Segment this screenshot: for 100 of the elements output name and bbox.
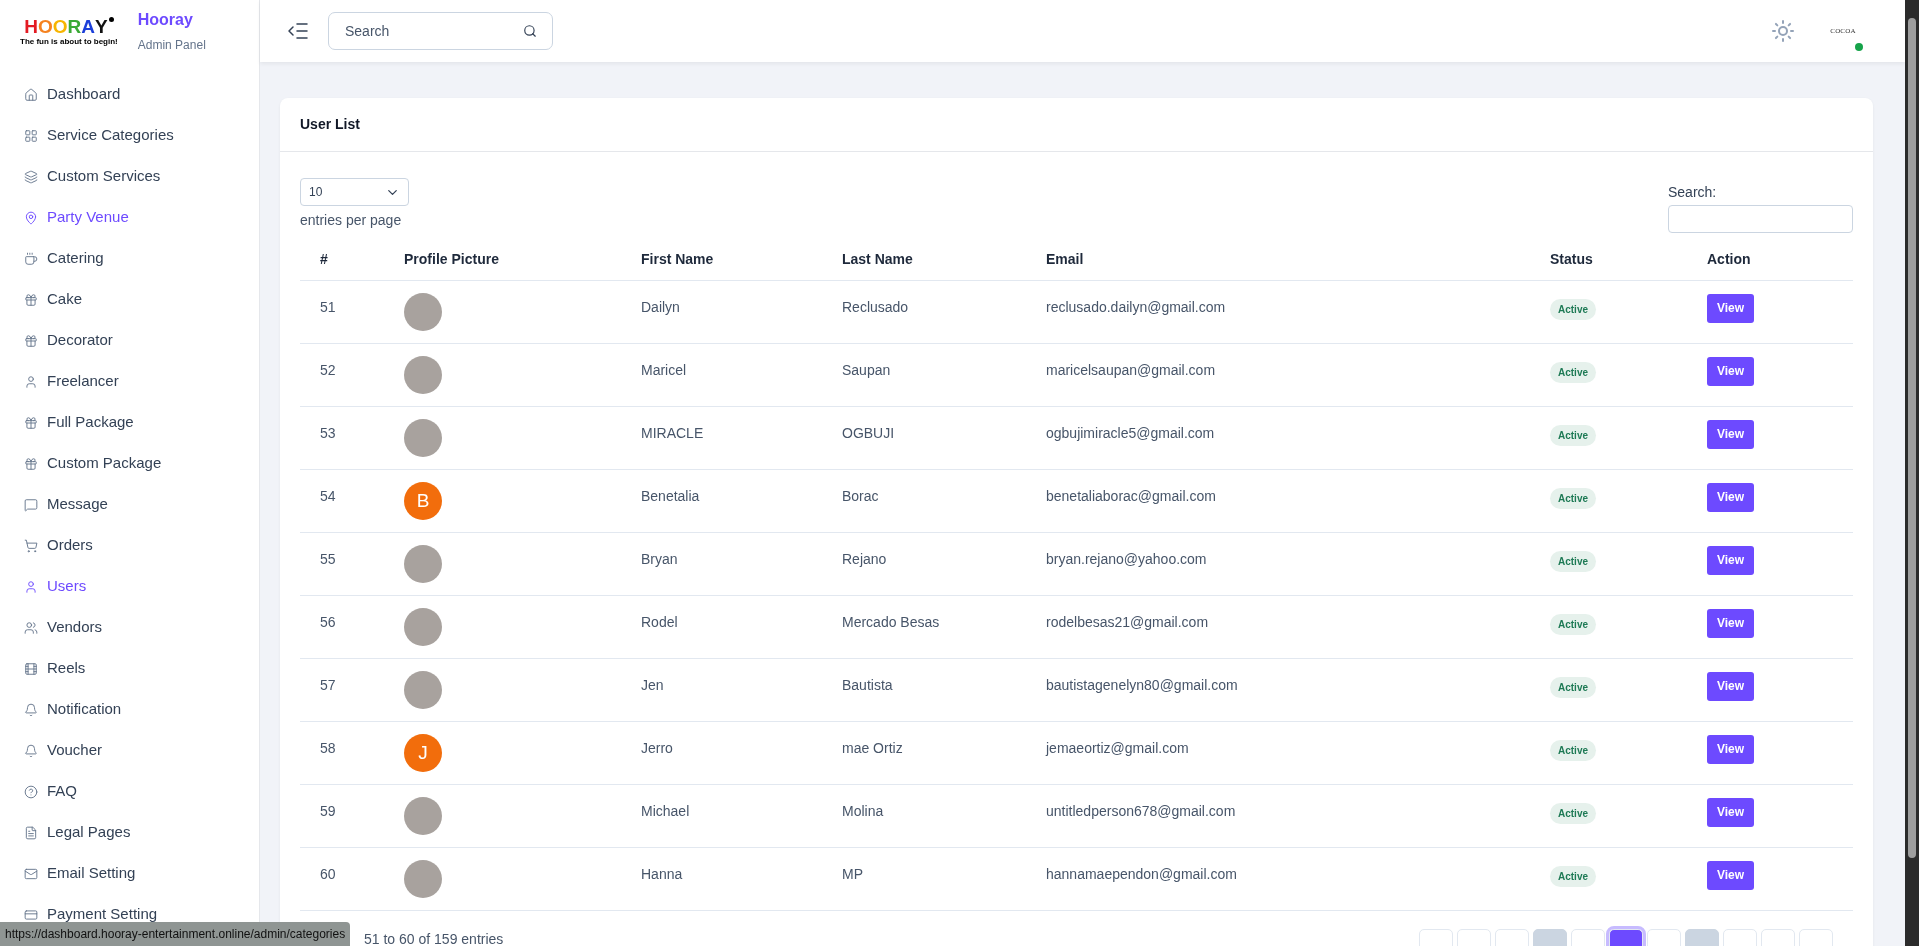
- view-button[interactable]: View: [1707, 419, 1755, 449]
- photo-placeholder: [404, 671, 442, 709]
- sidebar-item[interactable]: Service Categories: [0, 115, 259, 156]
- search-field[interactable]: Search: [328, 12, 553, 50]
- column-header: Email: [1046, 250, 1084, 267]
- map-pin-icon: [24, 210, 38, 225]
- column-header: #: [320, 250, 328, 267]
- entries-label: entries per page: [300, 211, 403, 230]
- row-number: 53: [320, 425, 336, 441]
- email-cell: bautistagenelyn80@gmail.com: [1046, 677, 1238, 693]
- home-icon: [24, 87, 38, 102]
- last-name-cell: Mercado Besas: [842, 614, 940, 630]
- last-name-cell: Rejano: [842, 551, 887, 567]
- sidebar-item[interactable]: Users: [0, 566, 259, 607]
- sidebar-item[interactable]: Orders: [0, 525, 259, 566]
- view-button[interactable]: View: [1707, 356, 1755, 386]
- sidebar-item[interactable]: Reels: [0, 648, 259, 689]
- status-badge: Active: [1550, 425, 1596, 446]
- photo-placeholder: [404, 608, 442, 646]
- first-name-cell: Rodel: [641, 614, 678, 630]
- message-icon: [24, 497, 38, 512]
- link-url-tooltip: https://dashboard.hooray-entertainment.online/admin/categories: [0, 922, 351, 946]
- sidebar-item[interactable]: Voucher: [0, 730, 259, 771]
- last-name-cell: Saupan: [842, 362, 891, 378]
- row-number: 54: [320, 488, 336, 504]
- sidebar-item[interactable]: Custom Services: [0, 156, 259, 197]
- photo-placeholder: [404, 860, 442, 898]
- status-badge: Active: [1550, 866, 1596, 887]
- users-icon: [24, 620, 38, 635]
- last-name-cell: Borac: [842, 488, 879, 504]
- photo-placeholder: [404, 293, 442, 331]
- status-badge: Active: [1550, 299, 1596, 320]
- first-name-cell: MIRACLE: [641, 425, 704, 441]
- sidebar-item[interactable]: Full Package: [0, 402, 259, 443]
- status-badge: Active: [1550, 740, 1596, 761]
- sidebar-item[interactable]: FAQ: [0, 771, 259, 812]
- gift-icon: [24, 456, 38, 471]
- sidebar-item[interactable]: Message: [0, 484, 259, 525]
- view-button[interactable]: View: [1707, 608, 1755, 638]
- view-button[interactable]: View: [1707, 545, 1755, 575]
- sidebar-item[interactable]: Cake: [0, 279, 259, 320]
- email-cell: untitledperson678@gmail.com: [1046, 803, 1236, 819]
- sidebar-item[interactable]: Email Setting: [0, 853, 259, 894]
- photo-placeholder: [404, 797, 442, 835]
- photo-placeholder: [404, 419, 442, 457]
- credit-card-icon: [24, 907, 38, 922]
- last-name-cell: Reclusado: [842, 299, 909, 315]
- hooray-logo: HOORAY The fun is about to begin!: [20, 16, 118, 46]
- email-cell: jemaeortiz@gmail.com: [1046, 740, 1189, 756]
- email-cell: ogbujimiracle5@gmail.com: [1046, 425, 1215, 441]
- column-header: Last Name: [842, 250, 913, 267]
- sidebar-item[interactable]: Legal Pages: [0, 812, 259, 853]
- view-button[interactable]: View: [1707, 482, 1755, 512]
- sidebar-item[interactable]: Custom Package: [0, 443, 259, 484]
- sidebar-item[interactable]: Freelancer: [0, 361, 259, 402]
- email-cell: rodelbesas21@gmail.com: [1046, 614, 1209, 630]
- letter-avatar: B: [404, 482, 442, 520]
- theme-toggle-icon[interactable]: [1771, 19, 1795, 43]
- brand-subtitle: Admin Panel: [137, 37, 206, 54]
- bell-icon: [24, 743, 38, 758]
- row-number: 57: [320, 677, 336, 693]
- entries-select[interactable]: 10: [300, 178, 409, 206]
- entries-info: 51 to 60 of 159 entries: [364, 930, 504, 946]
- cup-icon: [24, 251, 38, 266]
- gift-icon: [24, 333, 38, 348]
- last-name-cell: mae Ortiz: [842, 740, 903, 756]
- first-name-cell: Jen: [641, 677, 664, 693]
- gift-icon: [24, 415, 38, 430]
- sidebar-item[interactable]: Catering: [0, 238, 259, 279]
- sidebar-item[interactable]: Party Venue: [0, 197, 259, 238]
- view-button[interactable]: View: [1707, 671, 1755, 701]
- column-header: First Name: [641, 250, 714, 267]
- film-icon: [24, 661, 38, 676]
- layers-icon: [24, 169, 38, 184]
- first-name-cell: Bryan: [641, 551, 678, 567]
- email-cell: maricelsaupan@gmail.com: [1046, 362, 1216, 378]
- view-button[interactable]: View: [1707, 734, 1755, 764]
- row-number: 55: [320, 551, 336, 567]
- view-button[interactable]: View: [1707, 293, 1755, 323]
- grid-icon: [24, 128, 38, 143]
- row-number: 60: [320, 866, 336, 882]
- first-name-cell: Benetalia: [641, 488, 700, 504]
- last-name-cell: Bautista: [842, 677, 893, 693]
- row-number: 58: [320, 740, 336, 756]
- table-search-field[interactable]: [1668, 205, 1853, 233]
- last-name-cell: MP: [842, 866, 863, 882]
- row-number: 51: [320, 299, 336, 315]
- scrollbar[interactable]: [1905, 0, 1919, 946]
- first-name-cell: Maricel: [641, 362, 687, 378]
- bell-icon: [24, 702, 38, 717]
- sidebar-item[interactable]: Decorator: [0, 320, 259, 361]
- sidebar-item[interactable]: Notification: [0, 689, 259, 730]
- column-header: Action: [1707, 250, 1751, 267]
- view-button[interactable]: View: [1707, 797, 1755, 827]
- status-badge: Active: [1550, 614, 1596, 635]
- view-button[interactable]: View: [1707, 860, 1755, 890]
- sidebar-item[interactable]: Dashboard: [0, 74, 259, 115]
- brand-title: Hooray: [137, 10, 194, 30]
- search-label: Search:: [1668, 183, 1718, 202]
- sidebar-item[interactable]: Vendors: [0, 607, 259, 648]
